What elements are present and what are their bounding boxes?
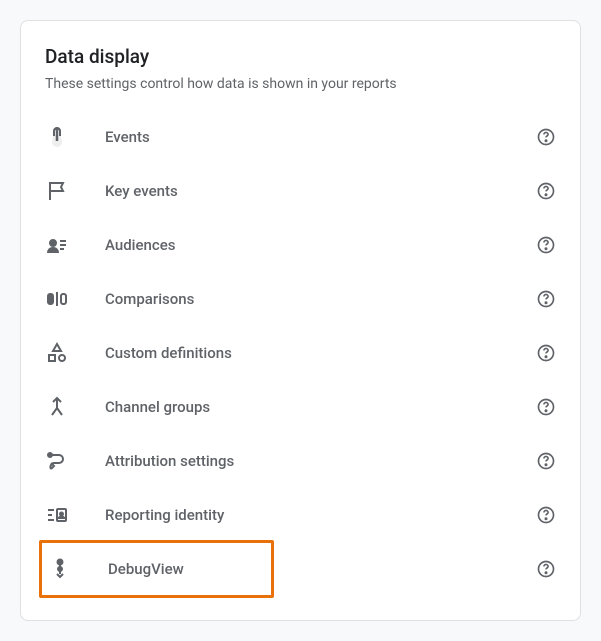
item-label: Attribution settings [105,452,536,470]
nav-item-attribution-settings[interactable]: Attribution settings [45,434,556,488]
item-label: Events [105,128,536,146]
nav-item-custom-definitions[interactable]: Custom definitions [45,326,556,380]
nav-item-debugview-row: DebugView [45,542,556,596]
touch-icon [45,125,69,149]
nav-item-channel-groups[interactable]: Channel groups [45,380,556,434]
help-icon[interactable] [536,235,556,255]
item-label: DebugView [108,560,265,578]
comparison-icon [45,287,69,311]
nav-item-events[interactable]: Events [45,110,556,164]
nav-item-comparisons[interactable]: Comparisons [45,272,556,326]
item-label: Custom definitions [105,344,536,362]
help-icon[interactable] [536,289,556,309]
help-icon[interactable] [536,181,556,201]
shapes-icon [45,341,69,365]
identity-icon [45,503,69,527]
data-display-card: Data display These settings control how … [20,20,581,621]
nav-item-debugview[interactable]: DebugView [48,557,265,581]
flag-icon [45,179,69,203]
help-icon[interactable] [536,559,556,579]
path-icon [45,449,69,473]
help-icon[interactable] [536,451,556,471]
item-label: Reporting identity [105,506,536,524]
help-icon[interactable] [536,397,556,417]
help-icon[interactable] [536,505,556,525]
item-label: Comparisons [105,290,536,308]
item-label: Channel groups [105,398,536,416]
audience-icon [45,233,69,257]
nav-item-audiences[interactable]: Audiences [45,218,556,272]
debug-icon [48,557,72,581]
section-subtitle: These settings control how data is shown… [45,76,556,92]
nav-item-key-events[interactable]: Key events [45,164,556,218]
highlight-box: DebugView [39,540,274,598]
merge-icon [45,395,69,419]
nav-item-reporting-identity[interactable]: Reporting identity [45,488,556,542]
item-label: Key events [105,182,536,200]
help-icon[interactable] [536,127,556,147]
section-title: Data display [45,45,556,68]
help-icon[interactable] [536,343,556,363]
item-label: Audiences [105,236,536,254]
